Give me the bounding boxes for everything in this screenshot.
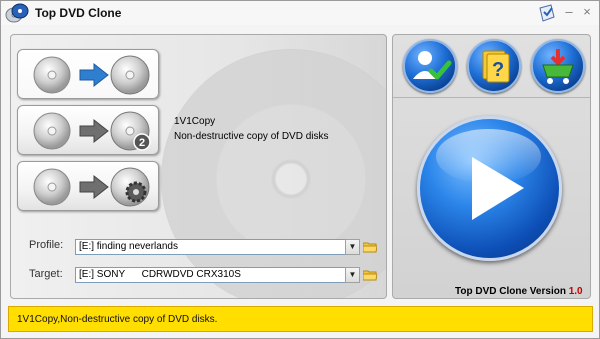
- mode-custom-button[interactable]: [17, 161, 159, 211]
- register-icon: [413, 51, 452, 80]
- target-select[interactable]: [E:] SONY CDRWDVD CRX310S: [75, 267, 357, 283]
- start-copy-button[interactable]: [417, 116, 562, 261]
- skin-icon[interactable]: [537, 3, 557, 23]
- profile-folder-icon[interactable]: [363, 241, 377, 253]
- status-bar: 1V1Copy,Non-destructive copy of DVD disk…: [8, 306, 593, 332]
- svg-text:2: 2: [139, 137, 145, 149]
- version-label: Top DVD Clone Version 1.0: [455, 286, 583, 297]
- version-text: Top DVD Clone Version: [455, 286, 566, 297]
- buy-icon: [542, 49, 574, 84]
- copy-mode-panel: 2 1V1Copy Non-destructive copy of DVD di…: [10, 34, 387, 299]
- app-logo-icon: [5, 3, 29, 23]
- profile-label: Profile:: [29, 239, 64, 251]
- panel-divider: [393, 97, 590, 98]
- profile-dropdown-button[interactable]: ▼: [345, 239, 360, 255]
- status-text: 1V1Copy,Non-destructive copy of DVD disk…: [17, 314, 218, 325]
- action-panel: ? Top DVD Clone Version 1.0: [392, 34, 591, 299]
- minimize-button[interactable]: –: [561, 4, 577, 20]
- disc-to-disc-2-icon: 2: [33, 111, 151, 151]
- title-bar: Top DVD Clone – ×: [1, 1, 599, 25]
- svg-text:?: ?: [492, 59, 504, 81]
- help-button[interactable]: ?: [467, 39, 521, 93]
- target-dropdown-button[interactable]: ▼: [345, 267, 360, 283]
- app-window: Top DVD Clone – × 2 1V1Copy Non-destruct…: [0, 0, 600, 339]
- mode-description: Non-destructive copy of DVD disks: [174, 131, 329, 142]
- target-folder-icon[interactable]: [363, 269, 377, 281]
- window-title: Top DVD Clone: [35, 6, 122, 20]
- close-button[interactable]: ×: [579, 4, 595, 20]
- help-icon: ?: [482, 50, 510, 83]
- register-button[interactable]: [403, 39, 457, 93]
- buy-button[interactable]: [531, 39, 585, 93]
- disc-to-disc-icon: [33, 55, 150, 95]
- mode-1v1copy-button[interactable]: [17, 49, 159, 99]
- target-label: Target:: [29, 268, 63, 280]
- version-number: 1.0: [568, 286, 583, 297]
- profile-select[interactable]: [E:] finding neverlands: [75, 239, 357, 255]
- mode-title: 1V1Copy: [174, 116, 216, 127]
- play-icon: [472, 157, 524, 220]
- mode-1v2copy-button[interactable]: 2: [17, 105, 159, 155]
- disc-to-gear-icon: [33, 167, 150, 207]
- background-disc-graphic: [161, 49, 386, 298]
